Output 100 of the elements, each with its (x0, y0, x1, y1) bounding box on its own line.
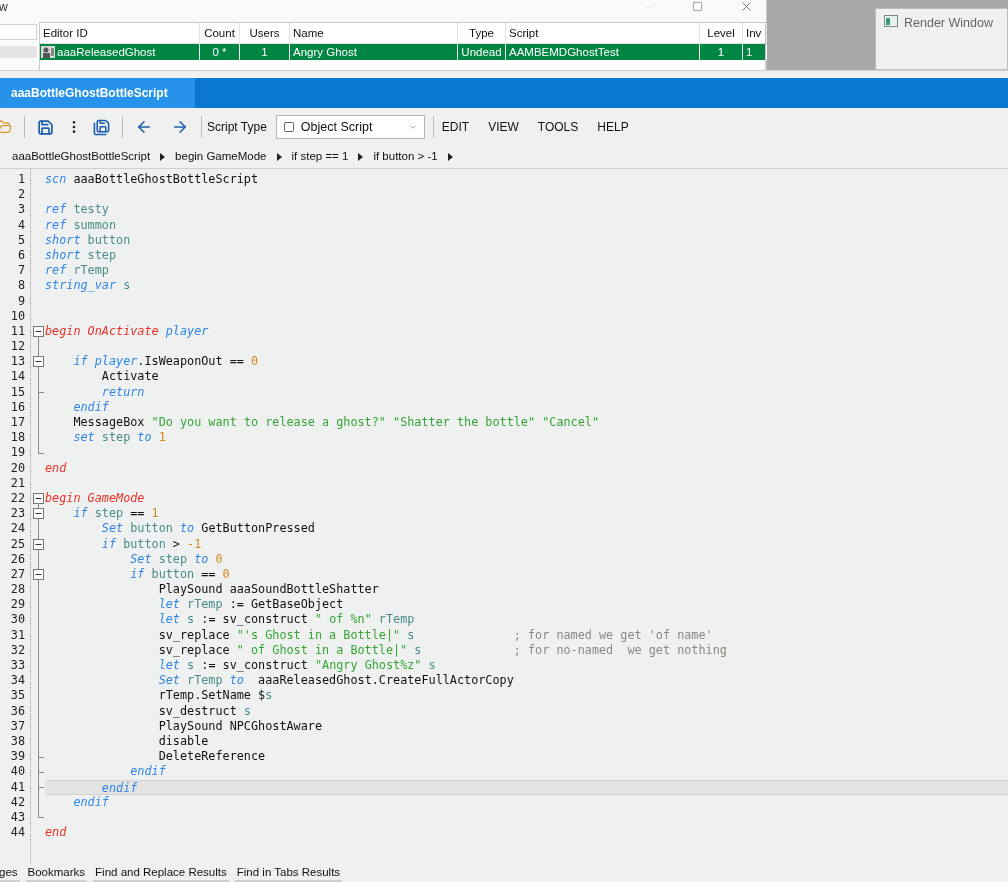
save-icon[interactable] (37, 118, 54, 136)
line-number: 25 (9, 536, 25, 552)
line-number: 4 (16, 217, 25, 233)
line-number: 28 (9, 582, 25, 598)
line-number: 35 (9, 688, 25, 704)
line-number: 40 (9, 764, 25, 780)
forward-icon[interactable] (171, 118, 189, 136)
caret-icon[interactable] (447, 153, 453, 161)
table-cell-text: AAMBEMDGhostTest (509, 45, 619, 60)
line-number: 21 (9, 475, 25, 491)
line-number: 26 (9, 551, 25, 567)
line-number: 16 (9, 399, 25, 415)
bottom-tab[interactable]: Find in Tabs Results (234, 865, 343, 882)
code-line: let s := sv_construct " of %n" rTemp (157, 612, 415, 627)
render-window[interactable]: Render Window (875, 8, 1008, 70)
code-line: begin OnActivate player (45, 323, 209, 338)
code-line: Set step to 0 (129, 551, 223, 566)
collapse-icon[interactable] (33, 492, 44, 504)
line-number: 43 (9, 809, 25, 826)
save-all-icon[interactable] (93, 118, 110, 136)
line-number: 42 (9, 794, 25, 810)
table-cell-text: aaaReleasedGhost (57, 45, 156, 60)
column-header[interactable]: Editor ID (40, 23, 200, 43)
bottom-tab[interactable]: Bookmarks (25, 865, 88, 882)
column-header[interactable]: Script (506, 23, 700, 43)
line-number: 9 (16, 293, 25, 309)
menu-item[interactable]: HELP (597, 118, 629, 136)
table-cell-text: Undead (461, 45, 502, 60)
collapse-icon[interactable] (33, 508, 44, 520)
line-number: 5 (16, 232, 25, 248)
actor-icon (41, 46, 55, 58)
code-line: endif (129, 764, 166, 779)
collapse-icon[interactable] (33, 538, 44, 550)
table-cell-text: 0 * (212, 45, 227, 60)
collapse-icon[interactable] (33, 356, 44, 368)
code-line: short step (45, 247, 117, 262)
caret-icon[interactable] (358, 153, 364, 161)
code-line: Set rTemp to aaaReleasedGhost.CreateFullActorCopy (157, 673, 514, 688)
list-row[interactable]: aaaReleasedGhost 0 * 1 Angry Ghost Undead AAMBEMDGhostTest 1 1 (40, 44, 765, 60)
line-number: 32 (9, 642, 25, 658)
caret-icon[interactable] (160, 153, 166, 161)
code-line: scn aaaBottleGhostBottleScript (45, 172, 259, 186)
code-line: if button > -1 (100, 536, 202, 551)
line-number: 2 (16, 187, 25, 203)
column-header[interactable]: Name (290, 23, 458, 43)
code-line: MessageBox "Do you want to release a ghost?" "Shatter the bottle" "Cancel" (72, 415, 599, 429)
breadcrumb-item[interactable]: if button > -1 (373, 148, 438, 166)
line-number: 18 (9, 430, 25, 446)
collapse-icon[interactable] (33, 568, 44, 580)
code-line: end (45, 825, 67, 840)
column-header[interactable]: Count (200, 23, 240, 43)
code-line: let rTemp := GetBaseObject (157, 597, 344, 612)
code-line: endif (100, 780, 138, 795)
line-number: 1 (16, 172, 25, 188)
checkbox-icon (282, 121, 295, 133)
line-number: 7 (16, 263, 25, 279)
code-line: rTemp.SetName $s (157, 688, 273, 703)
code-line: let s := sv_construct "Angry Ghost%z" s (157, 658, 436, 672)
menu-item[interactable]: VIEW (488, 118, 519, 136)
breadcrumb-item[interactable]: aaaBottleGhostBottleScript (12, 148, 151, 166)
menu-item[interactable]: TOOLS (537, 118, 579, 136)
caret-icon[interactable] (276, 153, 282, 161)
code-line: sv_replace "'s Ghost in a Bottle|" s ; for named we get 'of name' (157, 627, 713, 642)
line-number: 39 (9, 749, 25, 765)
column-header[interactable]: Users (240, 23, 290, 43)
code-line: DeleteReference (157, 749, 266, 764)
text-field[interactable] (0, 24, 37, 40)
code-line: end (45, 460, 67, 475)
script-type-dropdown[interactable]: Object Script (275, 115, 425, 139)
breadcrumb-item[interactable]: if step == 1 (291, 148, 349, 166)
code-line: if button == 0 (129, 566, 230, 581)
code-line: Activate (100, 369, 159, 384)
code-line: disable (157, 733, 209, 748)
line-number: 8 (16, 278, 25, 294)
line-number: 19 (9, 445, 25, 461)
line-number: 41 (9, 779, 25, 795)
column-header[interactable]: Type (458, 23, 506, 43)
line-number: 44 (9, 825, 25, 841)
line-number: 3 (16, 202, 25, 218)
back-icon[interactable] (135, 118, 153, 136)
column-header[interactable]: Level (700, 23, 743, 43)
table-cell-text: 1 (746, 45, 753, 60)
code-line: sv_destruct s (157, 703, 251, 718)
line-number: 17 (9, 415, 25, 431)
line-number: 31 (9, 627, 25, 643)
bottom-tab[interactable]: ges (0, 865, 20, 882)
line-number: 29 (9, 597, 25, 613)
collapse-icon[interactable] (33, 325, 44, 337)
line-number: 23 (9, 506, 25, 522)
bottom-tab[interactable]: Find and Replace Results (93, 865, 229, 882)
line-number: 38 (9, 733, 25, 750)
code-line: sv_replace " of Ghost in a Bottle|" s ; for no-named we get nothing (157, 642, 727, 657)
line-number: 22 (9, 490, 25, 507)
code-line: return (100, 384, 145, 399)
close-icon[interactable] (739, 0, 754, 14)
menu-item[interactable]: EDIT (441, 118, 470, 136)
line-number: 36 (9, 703, 25, 719)
line-number: 10 (9, 308, 25, 324)
line-number: 33 (9, 658, 25, 674)
breadcrumb-item[interactable]: begin GameMode (175, 148, 267, 166)
